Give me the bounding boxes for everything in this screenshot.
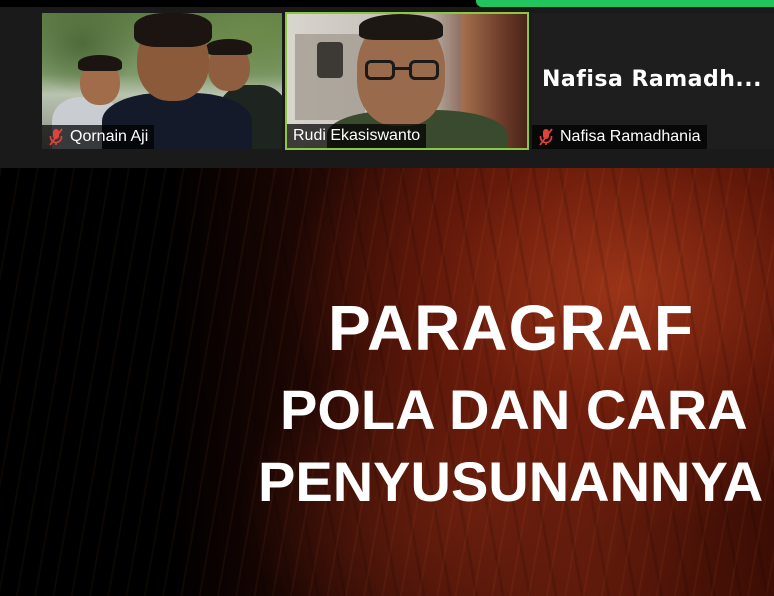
mic-muted-icon	[48, 128, 64, 146]
participant-name-tag: Qornain Aji	[42, 125, 155, 149]
participant-name-tag: Nafisa Ramadhania	[532, 125, 707, 149]
video-figure	[78, 55, 122, 71]
slide-subtitle-line-1: POLA DAN CARA	[280, 378, 748, 441]
participant-gallery-strip: Qornain Aji Rudi Ekasiswanto Nafisa Rama…	[0, 7, 774, 168]
video-figure	[206, 39, 252, 55]
video-figure	[134, 13, 212, 47]
video-figure	[365, 60, 441, 82]
participant-tile-nafisa-ramadhania[interactable]: Nafisa Ramadh... Nafisa Ramadhania	[532, 13, 774, 149]
participant-tile-rudi-ekasiswanto[interactable]: Rudi Ekasiswanto	[285, 12, 529, 150]
participant-display-name: Nafisa Ramadh...	[542, 67, 763, 92]
participant-name: Qornain Aji	[70, 128, 149, 145]
participant-name-tag: Rudi Ekasiswanto	[287, 124, 427, 148]
participant-name: Rudi Ekasiswanto	[293, 127, 421, 144]
viewing-indicator-bar[interactable]	[476, 0, 774, 7]
meeting-window: Qornain Aji Rudi Ekasiswanto Nafisa Rama…	[0, 0, 774, 596]
video-figure	[317, 42, 343, 78]
participant-tile-qornain-aji[interactable]: Qornain Aji	[42, 13, 282, 149]
video-figure	[359, 14, 443, 40]
mic-muted-icon	[538, 128, 554, 146]
slide-title: PARAGRAF	[328, 292, 694, 364]
shared-screen-slide[interactable]: PARAGRAF POLA DAN CARA PENYUSUNANNYA	[0, 168, 774, 596]
slide-subtitle-line-2: PENYUSUNANNYA	[258, 450, 764, 513]
participant-name: Nafisa Ramadhania	[560, 128, 701, 145]
